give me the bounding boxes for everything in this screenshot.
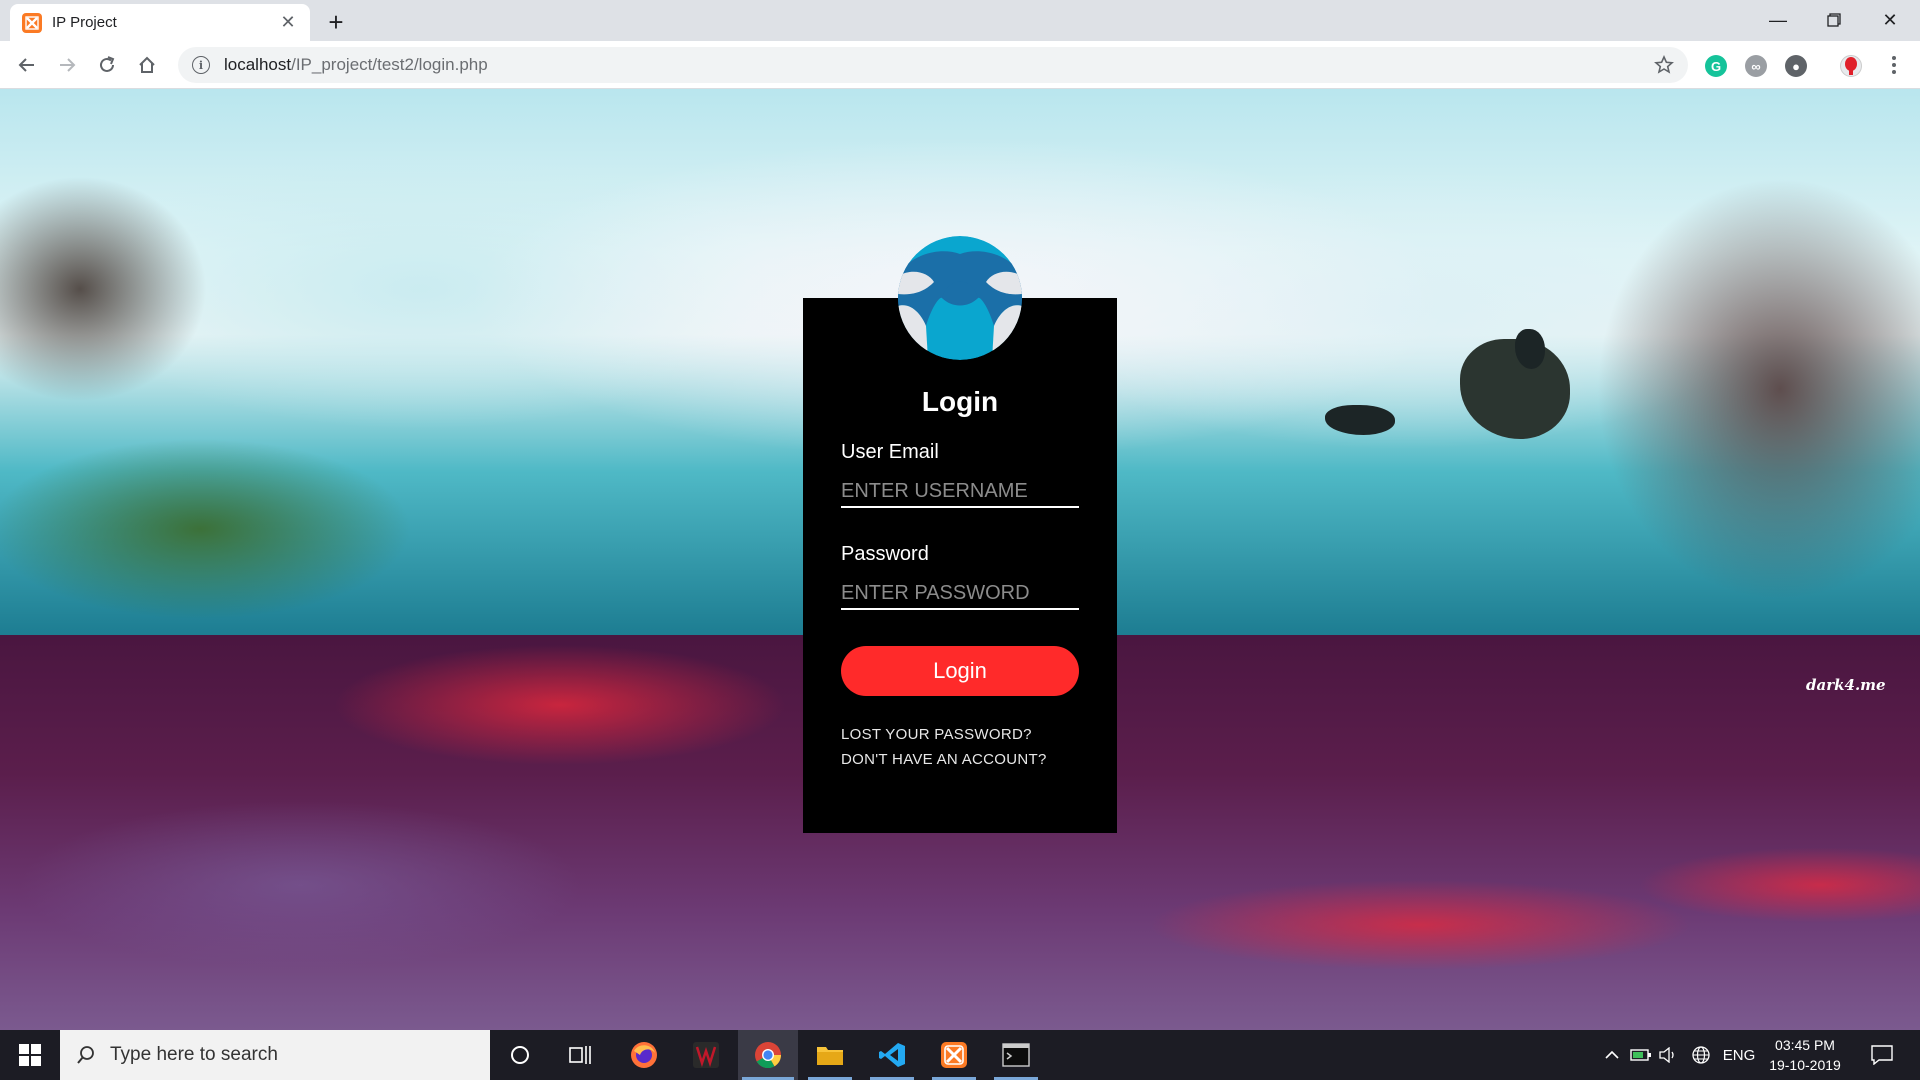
tab-title: IP Project xyxy=(52,14,117,31)
xampp-favicon-icon xyxy=(22,12,42,33)
lost-password-link[interactable]: LOST YOUR PASSWORD? xyxy=(841,726,1032,743)
email-label: User Email xyxy=(841,441,939,463)
battery-icon[interactable] xyxy=(1628,1030,1654,1080)
cortana-icon[interactable] xyxy=(490,1030,550,1080)
predator-app-icon[interactable] xyxy=(676,1030,736,1080)
tab-ip-project[interactable]: IP Project ✕ xyxy=(10,4,310,41)
xampp-icon[interactable] xyxy=(924,1030,984,1080)
address-bar[interactable]: i localhost/IP_project/test2/login.php xyxy=(178,47,1688,83)
notification-center-icon[interactable] xyxy=(1862,1030,1902,1080)
new-tab-icon[interactable]: + xyxy=(322,7,350,37)
forward-arrow-icon[interactable] xyxy=(53,51,81,79)
task-view-icon[interactable] xyxy=(550,1030,610,1080)
clock-date: 19-10-2019 xyxy=(1769,1057,1841,1073)
watermark-text: dark4.me xyxy=(1806,676,1886,694)
grammarly-extension-icon[interactable]: G xyxy=(1705,55,1727,77)
vscode-icon[interactable] xyxy=(862,1030,922,1080)
restore-icon[interactable] xyxy=(1806,0,1862,40)
url-host: localhost xyxy=(224,55,292,74)
signup-link[interactable]: DON'T HAVE AN ACCOUNT? xyxy=(841,751,1047,768)
clock-time: 03:45 PM xyxy=(1775,1037,1835,1053)
browser-toolbar: i localhost/IP_project/test2/login.php G… xyxy=(0,41,1920,89)
login-heading: Login xyxy=(921,386,999,417)
reload-icon[interactable] xyxy=(93,51,121,79)
extension-circle-icon[interactable]: ● xyxy=(1785,55,1807,77)
browser-menu-icon[interactable] xyxy=(1884,53,1904,77)
search-icon xyxy=(77,1046,94,1064)
back-arrow-icon[interactable] xyxy=(13,51,41,79)
close-window-icon[interactable]: ✕ xyxy=(1862,0,1918,40)
command-prompt-icon[interactable] xyxy=(986,1030,1046,1080)
chrome-icon[interactable] xyxy=(738,1030,798,1080)
login-button[interactable]: Login xyxy=(841,646,1079,696)
tray-overflow-chevron-icon[interactable] xyxy=(1600,1030,1624,1080)
network-globe-icon[interactable] xyxy=(1688,1030,1714,1080)
windows-start-icon[interactable] xyxy=(0,1030,60,1080)
system-clock[interactable]: 03:45 PM 19-10-2019 xyxy=(1762,1035,1848,1075)
volume-icon[interactable] xyxy=(1656,1030,1682,1080)
tab-close-icon[interactable]: ✕ xyxy=(278,12,298,33)
firefox-icon[interactable] xyxy=(614,1030,674,1080)
language-indicator[interactable]: ENG xyxy=(1720,1030,1758,1080)
taskbar-search-placeholder: Type here to search xyxy=(110,1044,278,1065)
browser-tabstrip: IP Project ✕ + — ✕ xyxy=(0,0,1920,41)
profile-avatar-icon[interactable] xyxy=(1840,55,1862,77)
email-field[interactable] xyxy=(841,476,1079,508)
password-label: Password xyxy=(841,543,929,565)
taskbar-search-box[interactable]: Type here to search xyxy=(60,1030,490,1080)
password-field[interactable] xyxy=(841,578,1079,610)
user-silhouette-icon xyxy=(898,236,1022,360)
site-info-icon[interactable]: i xyxy=(192,56,210,74)
bookmark-star-icon[interactable] xyxy=(1654,55,1674,75)
windows-taskbar: Type here to search ENG 03:45 PM 19-10-2 xyxy=(0,1030,1920,1080)
minimize-icon[interactable]: — xyxy=(1750,0,1806,40)
home-icon[interactable] xyxy=(133,51,161,79)
extension-icon[interactable]: ∞ xyxy=(1745,55,1767,77)
url-path: /IP_project/test2/login.php xyxy=(291,55,488,74)
user-avatar xyxy=(898,236,1022,360)
file-explorer-icon[interactable] xyxy=(800,1030,860,1080)
